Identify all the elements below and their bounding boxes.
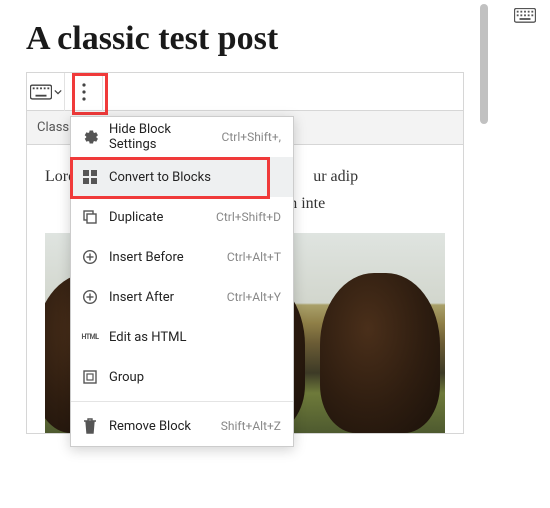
menu-duplicate[interactable]: Duplicate Ctrl+Shift+D [71, 197, 293, 237]
menu-label: Insert After [109, 290, 217, 305]
menu-edit-as-html[interactable]: HTML Edit as HTML [71, 317, 293, 357]
keyboard-icon[interactable] [514, 8, 536, 24]
menu-label: Group [109, 370, 271, 385]
menu-label: Hide Block Settings [109, 122, 212, 152]
group-icon [81, 368, 99, 386]
menu-shortcut: Shift+Alt+Z [221, 419, 281, 433]
annotation-box [70, 157, 270, 199]
insert-before-icon [81, 248, 99, 266]
insert-after-icon [81, 288, 99, 306]
menu-shortcut: Ctrl+Shift+, [222, 130, 281, 144]
menu-shortcut: Ctrl+Alt+T [227, 250, 281, 264]
page-title[interactable]: A classic test post [26, 20, 464, 58]
menu-shortcut: Ctrl+Shift+D [216, 210, 281, 224]
menu-shortcut: Ctrl+Alt+Y [227, 290, 281, 304]
menu-remove-block[interactable]: Remove Block Shift+Alt+Z [71, 406, 293, 446]
menu-insert-before[interactable]: Insert Before Ctrl+Alt+T [71, 237, 293, 277]
tab-classic[interactable]: Class [37, 120, 69, 135]
menu-label: Edit as HTML [109, 330, 271, 345]
menu-hide-block-settings[interactable]: Hide Block Settings Ctrl+Shift+, [71, 117, 293, 157]
menu-label: Duplicate [109, 210, 206, 225]
menu-label: Insert Before [109, 250, 217, 265]
duplicate-icon [81, 208, 99, 226]
menu-group[interactable]: Group [71, 357, 293, 397]
body-text: ur adip [313, 168, 358, 185]
keyboard-button[interactable] [27, 73, 65, 111]
html-icon: HTML [81, 328, 99, 346]
scrollbar[interactable] [480, 4, 488, 124]
trash-icon [81, 417, 99, 435]
menu-label: Remove Block [109, 419, 211, 434]
annotation-box [72, 73, 108, 115]
menu-separator [71, 401, 293, 402]
gear-icon [81, 128, 99, 146]
menu-insert-after[interactable]: Insert After Ctrl+Alt+Y [71, 277, 293, 317]
